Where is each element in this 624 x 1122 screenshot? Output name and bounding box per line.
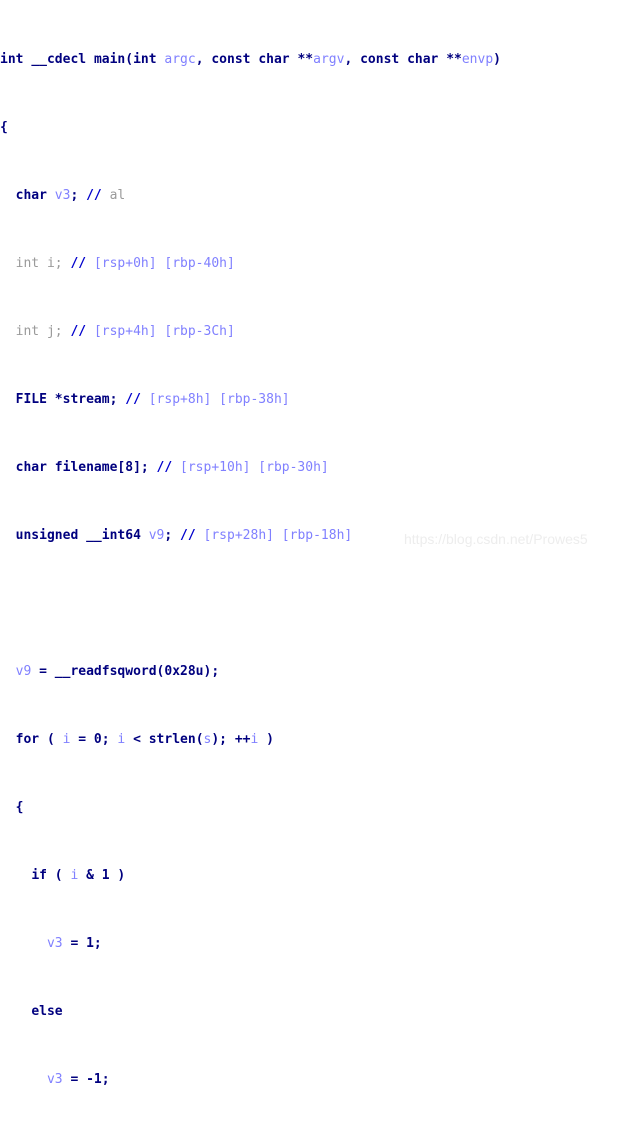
code-line[interactable]: char filename[8]; // [rsp+10h] [rbp-30h]	[0, 459, 624, 476]
code-line[interactable]: v3 = -1;	[0, 1071, 624, 1088]
code-line[interactable]: int __cdecl main(int argc, const char **…	[0, 51, 624, 68]
csdn-watermark: https://blog.csdn.net/Prowes5	[404, 531, 588, 547]
code-line[interactable]: char v3; // al	[0, 187, 624, 204]
code-line[interactable]: {	[0, 799, 624, 816]
code-line[interactable]: if ( i & 1 )	[0, 867, 624, 884]
code-line[interactable]: v3 = 1;	[0, 935, 624, 952]
code-line[interactable]: else	[0, 1003, 624, 1020]
code-line[interactable]: int j; // [rsp+4h] [rbp-3Ch]	[0, 323, 624, 340]
code-line[interactable]: {	[0, 119, 624, 136]
code-line[interactable]: for ( i = 0; i < strlen(s); ++i )	[0, 731, 624, 748]
pseudocode-view[interactable]: int __cdecl main(int argc, const char **…	[0, 0, 624, 1122]
code-line[interactable]: int i; // [rsp+0h] [rbp-40h]	[0, 255, 624, 272]
code-line[interactable]: v9 = __readfsqword(0x28u);	[0, 663, 624, 680]
code-line[interactable]: FILE *stream; // [rsp+8h] [rbp-38h]	[0, 391, 624, 408]
